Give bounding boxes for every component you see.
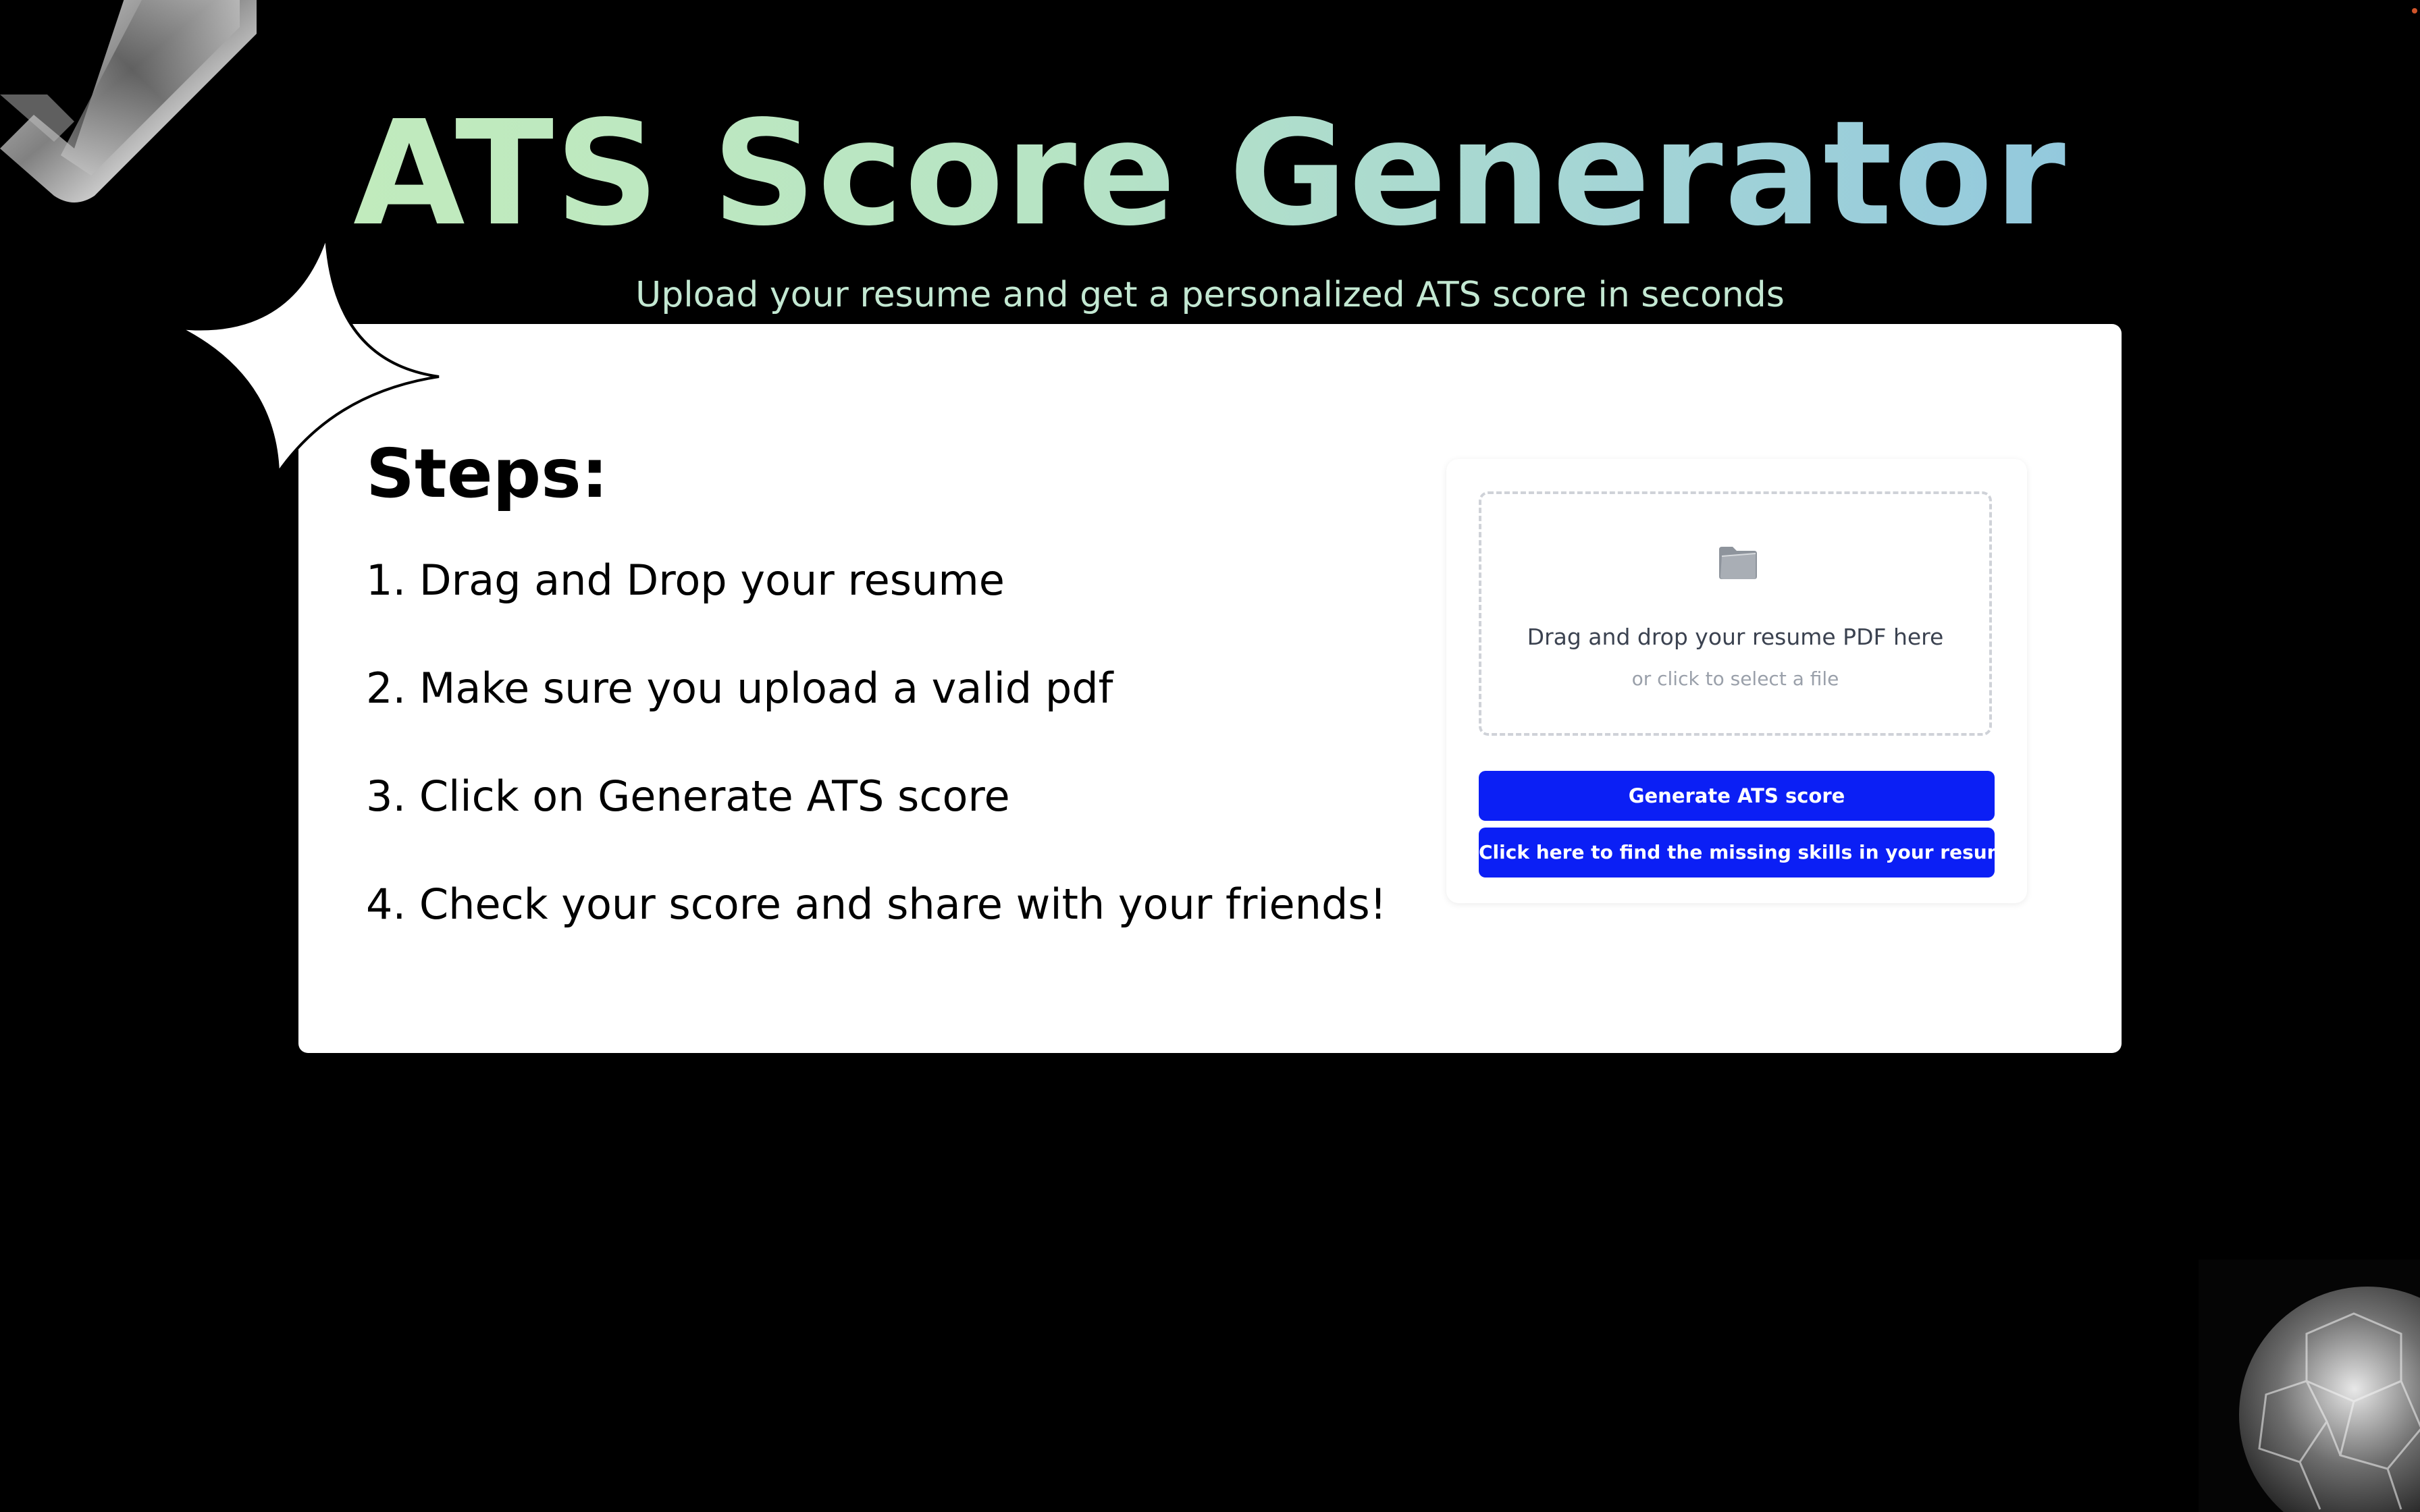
glass-sphere-decoration: [2199, 1260, 2420, 1512]
sparkle-decoration: [179, 236, 440, 475]
main-card: Steps: 1. Drag and Drop your resume 2. M…: [298, 324, 2122, 1053]
resume-dropzone[interactable]: Drag and drop your resume PDF here or cl…: [1479, 491, 1992, 736]
page: ATS Score Generator Upload your resume a…: [0, 0, 2420, 1512]
folder-icon: [1719, 547, 1757, 579]
generate-ats-score-button[interactable]: Generate ATS score: [1479, 771, 1995, 821]
find-missing-skills-button[interactable]: Click here to find the missing skills in…: [1479, 828, 2020, 878]
step-item: 3. Click on Generate ATS score: [366, 772, 1010, 821]
dropzone-subtext: or click to select a file: [1631, 668, 1839, 690]
page-title: ATS Score Generator: [353, 90, 2067, 258]
upload-panel: Drag and drop your resume PDF here or cl…: [1446, 459, 2027, 903]
step-item: 2. Make sure you upload a valid pdf: [366, 664, 1113, 713]
window-corner-indicator: [2412, 8, 2417, 14]
dropzone-text: Drag and drop your resume PDF here: [1527, 624, 1944, 650]
step-item: 4. Check your score and share with your …: [366, 880, 1387, 929]
step-item: 1. Drag and Drop your resume: [366, 556, 1005, 605]
